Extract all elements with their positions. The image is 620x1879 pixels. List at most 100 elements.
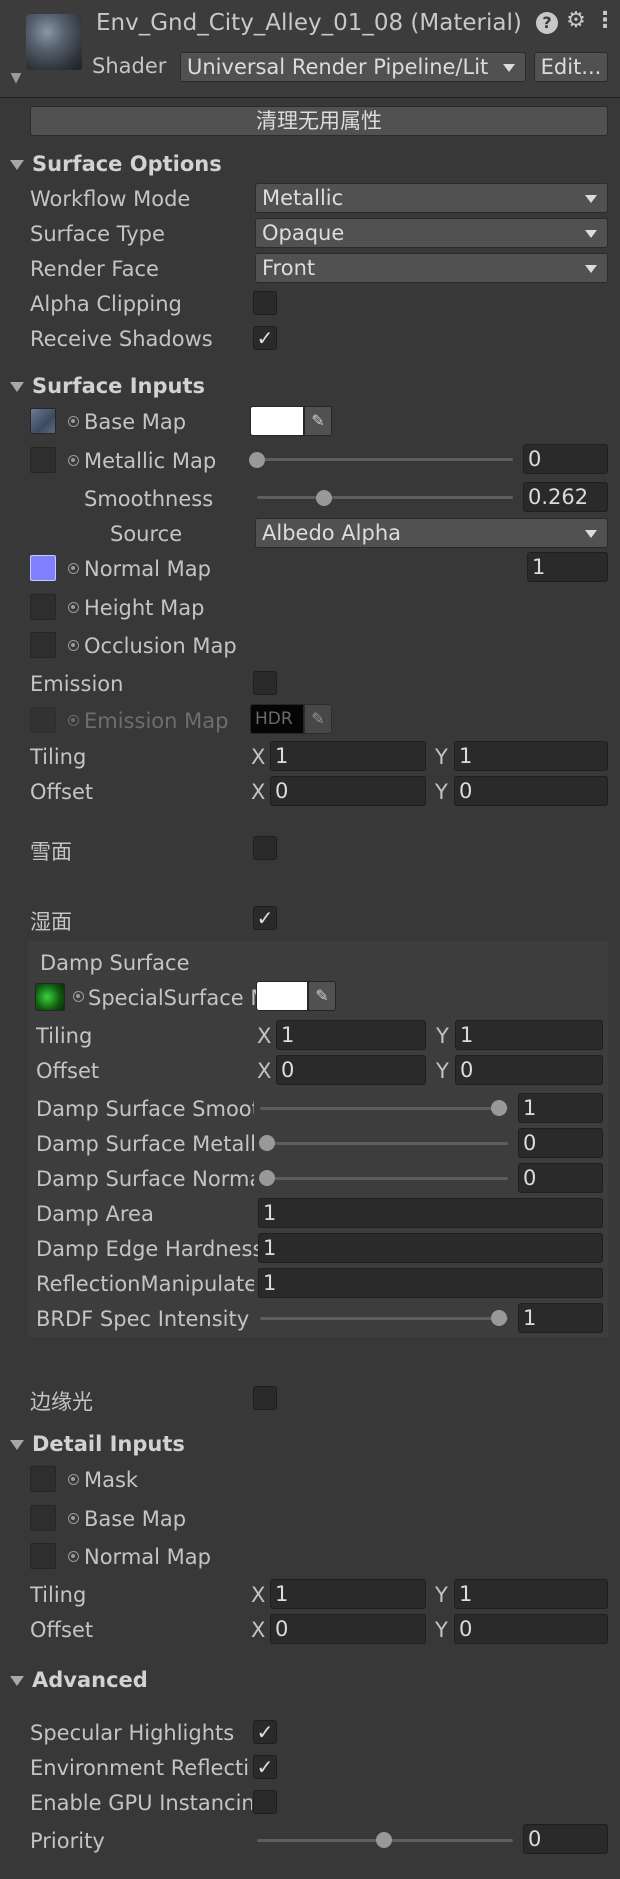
material-preview-thumbnail[interactable] <box>26 14 82 70</box>
surface-options-foldout[interactable]: Surface Options <box>10 152 222 176</box>
receive-shadows-label: Receive Shadows <box>30 327 213 351</box>
base-color-swatch[interactable] <box>250 406 304 436</box>
render-face-dropdown[interactable]: Front <box>255 253 608 283</box>
detail-offset-y-field[interactable]: 0 <box>454 1614 608 1644</box>
damp-smooth-value-field[interactable]: 1 <box>518 1093 603 1123</box>
normal-scale-field[interactable]: 1 <box>527 552 608 582</box>
eyedropper-icon[interactable]: ✎ <box>308 981 336 1011</box>
receive-shadows-checkbox[interactable]: ✓ <box>253 326 277 350</box>
priority-value-field[interactable]: 0 <box>523 1824 608 1854</box>
smoothness-source-dropdown[interactable]: Albedo Alpha <box>255 518 608 548</box>
rim-light-label: 边缘光 <box>30 1390 93 1414</box>
occlusion-map-texture-slot[interactable] <box>30 632 56 658</box>
offset-x-field[interactable]: 0 <box>270 776 426 806</box>
texture-picker-icon[interactable] <box>68 1474 79 1485</box>
damp-normal-slider-knob[interactable] <box>259 1170 275 1186</box>
damp-surface-title: Damp Surface <box>40 951 190 975</box>
metallic-map-label: Metallic Map <box>84 449 217 473</box>
metallic-slider-knob[interactable] <box>249 452 265 468</box>
damp-edge-hardness-field[interactable]: 1 <box>258 1233 603 1263</box>
smoothness-value-field[interactable]: 0.262 <box>523 482 608 512</box>
workflow-mode-dropdown[interactable]: Metallic <box>255 183 608 213</box>
damp-tiling-y-field[interactable]: 1 <box>455 1020 603 1050</box>
texture-picker-icon[interactable] <box>68 455 79 466</box>
tiling-y-field[interactable]: 1 <box>454 741 608 771</box>
texture-picker-icon[interactable] <box>68 602 79 613</box>
texture-picker-icon[interactable] <box>68 1551 79 1562</box>
rim-light-checkbox[interactable] <box>253 1386 277 1410</box>
reflection-manipulate-field[interactable]: 1 <box>258 1268 603 1298</box>
brdf-slider-knob[interactable] <box>491 1310 507 1326</box>
sliders-icon[interactable]: ⚙ <box>564 8 588 33</box>
environment-reflections-checkbox[interactable]: ✓ <box>253 1755 277 1779</box>
detail-tiling-y-field[interactable]: 1 <box>454 1579 608 1609</box>
damp-metallic-value-field[interactable]: 0 <box>518 1128 603 1158</box>
occlusion-map-label: Occlusion Map <box>84 634 237 658</box>
surface-type-dropdown[interactable]: Opaque <box>255 218 608 248</box>
damp-metallic-slider-track[interactable] <box>260 1142 508 1145</box>
priority-slider-knob[interactable] <box>376 1832 392 1848</box>
smoothness-slider-knob[interactable] <box>316 490 332 506</box>
texture-picker-icon[interactable] <box>68 416 79 427</box>
alpha-clipping-checkbox[interactable] <box>253 291 277 315</box>
tiling-label: Tiling <box>30 745 87 769</box>
normal-map-texture-slot[interactable] <box>30 555 56 581</box>
emission-color-swatch: HDR <box>250 704 304 734</box>
section-title: Detail Inputs <box>32 1432 185 1456</box>
smoothness-slider-track[interactable] <box>257 496 513 499</box>
special-surface-texture-slot[interactable] <box>35 983 65 1011</box>
cleanup-unused-properties-button[interactable]: 清理无用属性 <box>30 106 608 136</box>
special-surface-color-swatch[interactable] <box>256 981 308 1011</box>
priority-label: Priority <box>30 1829 105 1853</box>
metallic-map-texture-slot[interactable] <box>30 447 56 473</box>
edit-shader-button[interactable]: Edit... <box>534 52 608 82</box>
eyedropper-icon[interactable]: ✎ <box>304 406 332 436</box>
damp-smooth-slider-knob[interactable] <box>491 1100 507 1116</box>
damp-smooth-slider-track[interactable] <box>260 1107 508 1110</box>
advanced-foldout[interactable]: Advanced <box>10 1668 148 1692</box>
chevron-down-icon <box>503 64 515 72</box>
brdf-value-field[interactable]: 1 <box>518 1303 603 1333</box>
damp-metallic-slider-knob[interactable] <box>259 1135 275 1151</box>
emission-checkbox[interactable] <box>253 671 277 695</box>
snow-surface-checkbox[interactable] <box>253 836 277 860</box>
metallic-slider-track[interactable] <box>257 458 513 461</box>
detail-tiling-x-field[interactable]: 1 <box>270 1579 426 1609</box>
help-icon[interactable]: ? <box>536 12 558 34</box>
damp-area-field[interactable]: 1 <box>258 1198 603 1228</box>
damp-normal-value-field[interactable]: 0 <box>518 1163 603 1193</box>
base-map-texture-slot[interactable] <box>30 408 56 434</box>
chevron-down-icon <box>585 195 597 203</box>
gpu-instancing-checkbox[interactable] <box>253 1790 277 1814</box>
detail-offset-x-field[interactable]: 0 <box>270 1614 426 1644</box>
metallic-value-field[interactable]: 0 <box>523 444 608 474</box>
texture-picker-icon[interactable] <box>68 1513 79 1524</box>
detail-normal-map-texture-slot[interactable] <box>30 1543 56 1569</box>
tiling-x-field[interactable]: 1 <box>270 741 426 771</box>
smoothness-label: Smoothness <box>84 487 214 511</box>
wet-surface-checkbox[interactable]: ✓ <box>253 906 277 930</box>
detail-mask-label: Mask <box>84 1468 139 1492</box>
height-map-texture-slot[interactable] <box>30 594 56 620</box>
chevron-down-icon <box>585 230 597 238</box>
foldout-arrow-icon <box>10 160 24 170</box>
specular-highlights-checkbox[interactable]: ✓ <box>253 1720 277 1744</box>
damp-tiling-x-field[interactable]: 1 <box>276 1020 426 1050</box>
detail-inputs-foldout[interactable]: Detail Inputs <box>10 1432 185 1456</box>
detail-base-map-texture-slot[interactable] <box>30 1505 56 1531</box>
texture-picker-icon[interactable] <box>68 640 79 651</box>
damp-offset-y-field[interactable]: 0 <box>455 1055 603 1085</box>
workflow-mode-label: Workflow Mode <box>30 187 191 211</box>
shader-dropdown[interactable]: Universal Render Pipeline/Lit <box>180 52 526 82</box>
texture-picker-icon[interactable] <box>68 563 79 574</box>
detail-mask-texture-slot[interactable] <box>30 1466 56 1492</box>
damp-offset-x-field[interactable]: 0 <box>276 1055 426 1085</box>
collapse-arrow-icon[interactable]: ▼ <box>8 70 24 86</box>
kebab-menu-icon[interactable]: ⋮ <box>594 8 616 33</box>
damp-normal-slider-track[interactable] <box>260 1177 508 1180</box>
texture-picker-icon[interactable] <box>73 991 84 1002</box>
brdf-slider-track[interactable] <box>260 1317 508 1320</box>
source-value: Albedo Alpha <box>262 521 402 545</box>
surface-inputs-foldout[interactable]: Surface Inputs <box>10 374 205 398</box>
offset-y-field[interactable]: 0 <box>454 776 608 806</box>
